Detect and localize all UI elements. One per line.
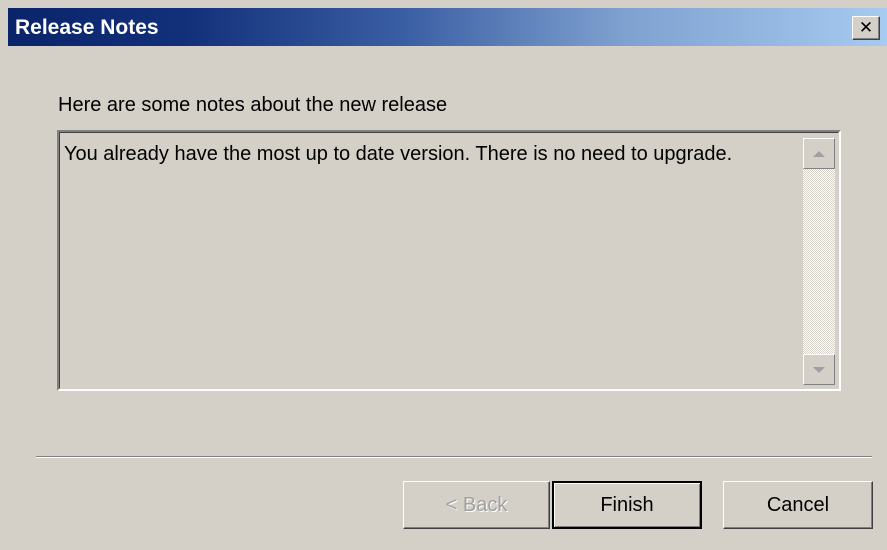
scroll-down-arrow-icon [813, 366, 825, 373]
back-button[interactable]: < Back [403, 481, 550, 529]
finish-button[interactable]: Finish [552, 481, 702, 529]
window-title: Release Notes [15, 16, 159, 39]
release-notes-dialog: Release Notes ✕ Here are some notes abou… [0, 0, 887, 550]
intro-label: Here are some notes about the new releas… [58, 94, 448, 116]
footer-divider [36, 456, 872, 458]
scroll-up-arrow-icon [813, 150, 825, 157]
notes-inner-border: You already have the most up to date ver… [59, 132, 839, 389]
vertical-scrollbar[interactable] [803, 138, 835, 385]
cancel-button[interactable]: Cancel [723, 481, 873, 529]
release-notes-textbox[interactable]: You already have the most up to date ver… [57, 130, 841, 391]
scroll-down-button[interactable] [803, 354, 835, 385]
scroll-up-button[interactable] [803, 138, 835, 169]
close-icon: ✕ [858, 17, 874, 38]
release-notes-text: You already have the most up to date ver… [64, 143, 733, 165]
close-button[interactable]: ✕ [852, 16, 880, 40]
title-bar: Release Notes ✕ [8, 8, 887, 46]
